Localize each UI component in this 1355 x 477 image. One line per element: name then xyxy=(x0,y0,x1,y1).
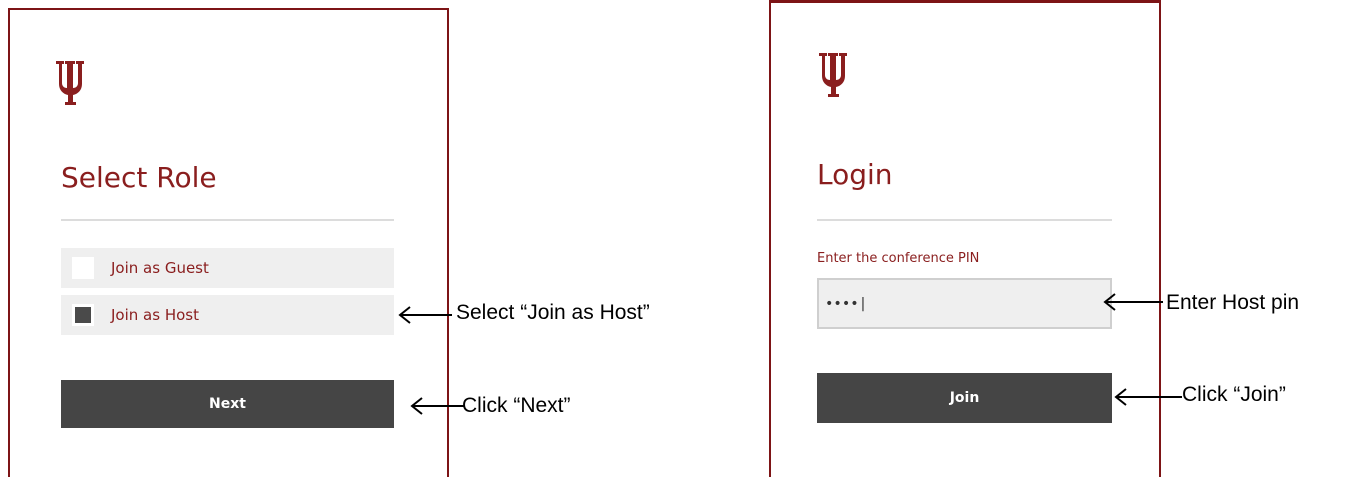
left-arrow-icon xyxy=(1114,388,1182,406)
annotation-click-join: Click “Join” xyxy=(1182,383,1286,406)
iu-trident-logo-icon xyxy=(816,49,850,101)
divider xyxy=(817,219,1112,221)
page-title: Select Role xyxy=(61,161,217,194)
login-panel: Login Enter the conference PIN Join xyxy=(769,0,1161,477)
option-label: Join as Host xyxy=(111,306,199,324)
join-as-guest-option[interactable]: Join as Guest xyxy=(61,248,394,288)
pin-field-label: Enter the conference PIN xyxy=(817,251,980,266)
left-arrow-icon xyxy=(1103,293,1163,311)
select-role-panel: Select Role Join as Guest Join as Host N… xyxy=(8,8,449,477)
radio-unchecked-icon[interactable] xyxy=(72,257,94,279)
conference-pin-input[interactable] xyxy=(817,278,1112,329)
page-title: Login xyxy=(817,158,893,191)
join-button[interactable]: Join xyxy=(817,373,1112,423)
annotation-enter-pin: Enter Host pin xyxy=(1166,291,1300,314)
left-arrow-icon xyxy=(398,306,452,324)
annotation-select-host: Select “Join as Host” xyxy=(456,301,650,324)
option-label: Join as Guest xyxy=(111,259,209,277)
join-as-host-option[interactable]: Join as Host xyxy=(61,295,394,335)
left-arrow-icon xyxy=(410,397,464,415)
annotation-click-next: Click “Next” xyxy=(462,394,571,417)
radio-checked-icon[interactable] xyxy=(72,304,94,326)
divider xyxy=(61,219,394,221)
iu-trident-logo-icon xyxy=(53,57,87,109)
next-button[interactable]: Next xyxy=(61,380,394,428)
